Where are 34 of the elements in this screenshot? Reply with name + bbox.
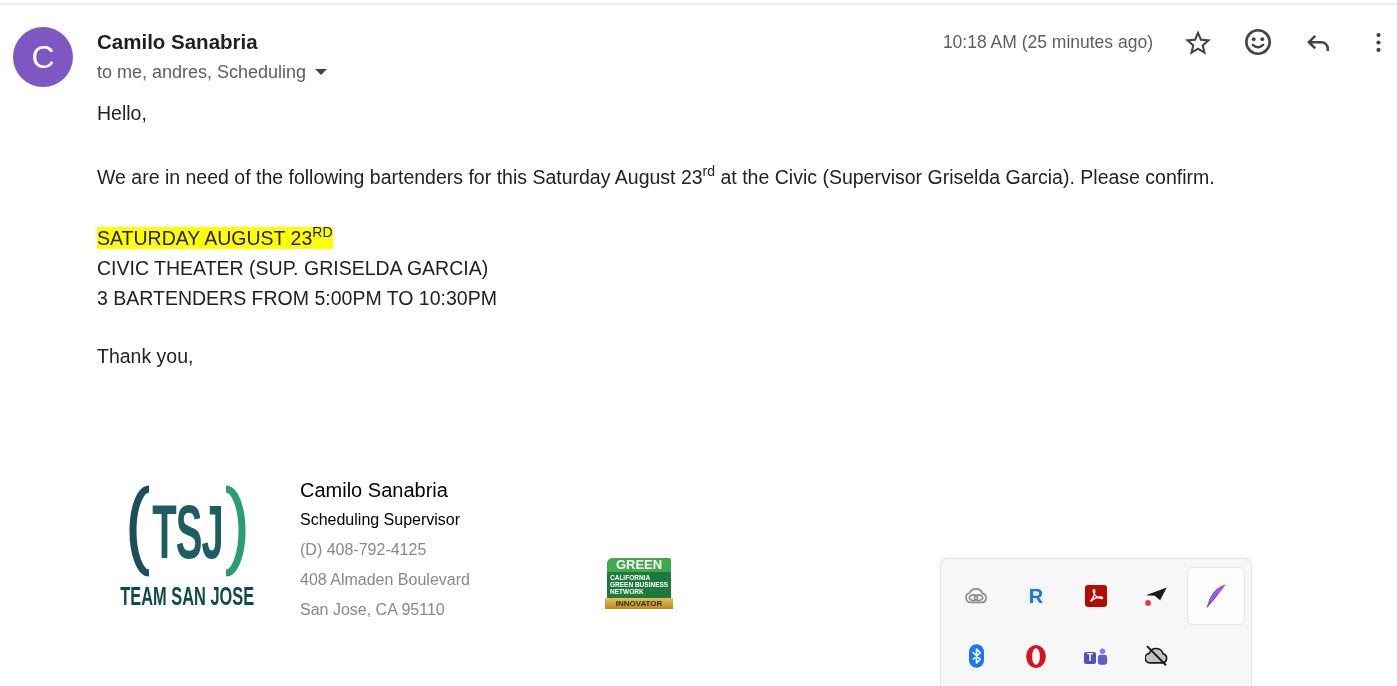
- people-icon: [1097, 647, 1108, 665]
- signature-name: Camilo Sanabria: [300, 478, 448, 503]
- caret-icon: [315, 69, 328, 75]
- signature-title: Scheduling Supervisor: [300, 510, 461, 530]
- logo-monogram: TSJ: [152, 489, 223, 573]
- schedule-line: CIVIC THEATER (SUP. GRISELDA GARCIA): [97, 257, 489, 279]
- tray-app-button[interactable]: T: [1068, 628, 1124, 684]
- smiley-icon: [1245, 29, 1271, 55]
- cloud-rings-icon: [964, 588, 988, 604]
- tray-app-button[interactable]: R: [1008, 568, 1064, 624]
- message-paragraph: We are in need of the following bartenders for this Saturday August 23$^{rd}$ at the Civic (Supervisor Griselda Garcia). Please confirm.: [97, 162, 1215, 190]
- signature-phone: (D) 408-792-4125: [300, 540, 427, 560]
- feather-icon: [1206, 584, 1226, 608]
- sender-name: Camilo Sanabria: [97, 29, 258, 55]
- signature-address: 408 Almaden Boulevard: [300, 570, 470, 590]
- cloud-off-icon: [1144, 645, 1168, 667]
- ring-icon: [1026, 644, 1046, 668]
- schedule-line: 3 BARTENDERS FROM 5:00PM TO 10:30PM: [97, 287, 497, 309]
- swirl-tile-icon: [1085, 585, 1107, 607]
- arc-icon: [129, 485, 152, 577]
- recipients-text: to me, andres, Scheduling: [97, 61, 307, 84]
- arc-icon: [223, 485, 246, 577]
- badge-title: GREEN: [607, 558, 671, 572]
- timestamp: 10:18 AM (25 minutes ago): [942, 31, 1153, 53]
- signature-city: San Jose, CA 95110: [300, 600, 445, 620]
- bluetooth-icon: [968, 644, 984, 668]
- closing-text: Thank you,: [97, 344, 194, 369]
- greeting-text: Hello,: [97, 101, 147, 126]
- logo-wordmark: TEAM SAN JOSE: [120, 581, 255, 611]
- paper-plane-icon: [1145, 586, 1167, 606]
- badge-ribbon: INNOVATOR: [605, 598, 673, 609]
- more-icon: [1375, 32, 1381, 52]
- sender-avatar: C: [13, 27, 73, 87]
- reply-icon: [1307, 33, 1329, 51]
